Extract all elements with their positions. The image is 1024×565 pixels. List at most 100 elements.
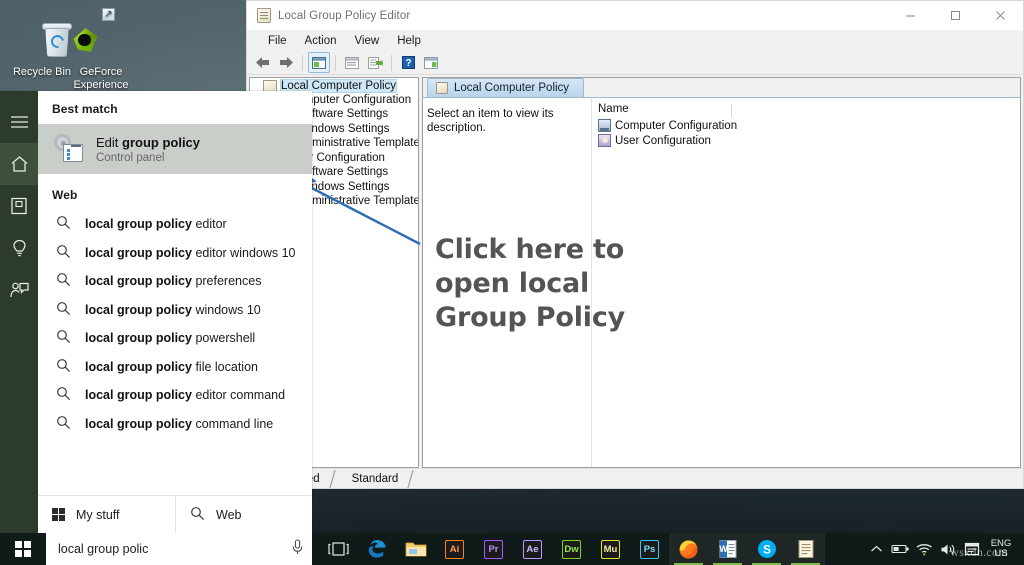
web-result-text: local group policy editor windows 10 (85, 246, 296, 260)
sidebar-item-tips[interactable] (0, 227, 38, 269)
search-results: Best match Edit group policy Control pan… (38, 91, 312, 533)
microsoft-edge-button[interactable] (357, 533, 396, 565)
search-icon (56, 215, 71, 233)
search-input[interactable]: local group polic (58, 542, 285, 556)
file-explorer-icon (405, 542, 426, 557)
web-result-item[interactable]: local group policy command line (38, 410, 312, 439)
task-view-button[interactable] (318, 533, 357, 565)
control-panel-gear-icon (54, 134, 84, 164)
svg-text:?: ? (405, 58, 411, 69)
show-hide-action-pane-button[interactable] (420, 52, 442, 73)
sidebar-item-home[interactable] (0, 143, 38, 185)
desktop-icon-label: GeForce Experience (73, 66, 129, 91)
list-item-label: User Configuration (615, 134, 711, 147)
web-result-item[interactable]: local group policy file location (38, 353, 312, 382)
photoshop-icon: Ps (640, 539, 659, 559)
properties-button[interactable] (341, 52, 363, 73)
footer-web-button[interactable]: Web (175, 496, 312, 533)
office-document-button[interactable]: W (708, 533, 747, 565)
adobe-illustrator-button[interactable]: Ai (435, 533, 474, 565)
illustrator-icon: Ai (445, 539, 464, 559)
search-icon (56, 415, 71, 433)
show-hide-console-tree-button[interactable] (308, 52, 330, 73)
list-item[interactable]: User Configuration (592, 133, 1020, 148)
search-footer: My stuff Web (38, 495, 312, 533)
adobe-after-effects-button[interactable]: Ae (513, 533, 552, 565)
start-button[interactable] (0, 533, 46, 565)
battery-icon (890, 544, 909, 554)
hamburger-menu-button[interactable] (0, 101, 38, 143)
web-result-bold: local group policy (85, 217, 192, 232)
sidebar-item-feedback[interactable] (0, 269, 38, 311)
notebook-icon (11, 197, 27, 215)
network-button[interactable] (912, 533, 936, 565)
search-icon (56, 386, 71, 404)
forward-button[interactable] (275, 52, 297, 73)
footer-my-stuff-button[interactable]: My stuff (38, 496, 175, 533)
show-hidden-icons-chevron (870, 545, 882, 552)
local-group-policy-editor-button[interactable] (786, 533, 825, 565)
premiere-icon: Pr (484, 539, 503, 559)
column-header-name[interactable]: Name (592, 103, 1020, 118)
adobe-muse-button[interactable]: Mu (591, 533, 630, 565)
web-result-text: local group policy file location (85, 360, 258, 374)
web-result-item[interactable]: local group policy editor windows 10 (38, 239, 312, 268)
skype-button[interactable]: S (747, 533, 786, 565)
web-result-rest: preferences (191, 274, 262, 289)
microphone-icon[interactable] (291, 538, 304, 560)
office-document-icon: W (719, 540, 736, 558)
web-result-rest: file location (191, 359, 258, 374)
mozilla-firefox-button[interactable] (669, 533, 708, 565)
minimize-icon (906, 15, 915, 17)
web-result-rest: windows 10 (191, 302, 261, 317)
menu-item-help[interactable]: Help (388, 33, 430, 49)
close-button[interactable] (978, 1, 1023, 30)
forward-arrow-icon (280, 57, 293, 68)
toolbar-separator (391, 54, 392, 71)
web-result-rest: editor (191, 217, 227, 232)
tab-standard[interactable]: Standard (339, 470, 414, 488)
footer-label: My stuff (76, 507, 120, 522)
search-icon (56, 272, 71, 290)
tree-item-label: Administrative Templates (298, 195, 419, 208)
desktop-icon-geforce-experience[interactable]: ↗ GeForce Experience (62, 8, 140, 92)
sidebar-item-notebook[interactable] (0, 185, 38, 227)
adobe-dreamweaver-button[interactable]: Dw (552, 533, 591, 565)
web-result-item[interactable]: local group policy editor (38, 210, 312, 239)
maximize-icon (951, 11, 960, 20)
home-icon (11, 156, 27, 172)
web-result-item[interactable]: local group policy windows 10 (38, 296, 312, 325)
annotation-line-2: open local (435, 268, 590, 299)
adobe-premiere-pro-button[interactable]: Pr (474, 533, 513, 565)
web-result-bold: local group policy (85, 274, 192, 289)
menu-item-view[interactable]: View (346, 33, 389, 49)
web-result-item[interactable]: local group policy powershell (38, 324, 312, 353)
best-match-title-prefix: Edit (96, 134, 123, 150)
menu-bar: File Action View Help (247, 30, 1023, 51)
window-titlebar[interactable]: Local Group Policy Editor (247, 1, 1023, 30)
minimize-button[interactable] (888, 1, 933, 30)
muse-icon: Mu (601, 539, 620, 559)
web-result-text: local group policy powershell (85, 331, 255, 345)
web-result-text: local group policy editor (85, 217, 227, 231)
menu-item-file[interactable]: File (259, 33, 296, 49)
tab-local-computer-policy[interactable]: Local Computer Policy (427, 78, 585, 97)
web-result-item[interactable]: local group policy preferences (38, 267, 312, 296)
file-explorer-button[interactable] (396, 533, 435, 565)
back-button[interactable] (252, 52, 274, 73)
maximize-button[interactable] (933, 1, 978, 30)
firefox-icon (679, 540, 698, 558)
list-item[interactable]: Computer Configuration (592, 118, 1020, 133)
show-hidden-icons-button[interactable] (864, 533, 888, 565)
web-heading: Web (52, 188, 78, 202)
export-list-button[interactable] (364, 52, 386, 73)
menu-item-action[interactable]: Action (296, 33, 346, 49)
adobe-photoshop-button[interactable]: Ps (630, 533, 669, 565)
search-icon (56, 301, 71, 319)
battery-button[interactable] (888, 533, 912, 565)
web-result-item[interactable]: local group policy editor command (38, 381, 312, 410)
taskbar-search-box[interactable]: local group polic (46, 533, 312, 565)
edge-icon (368, 540, 386, 558)
help-button[interactable]: ? (397, 52, 419, 73)
best-match-result-edit-group-policy[interactable]: Edit group policy Control panel (38, 124, 312, 174)
